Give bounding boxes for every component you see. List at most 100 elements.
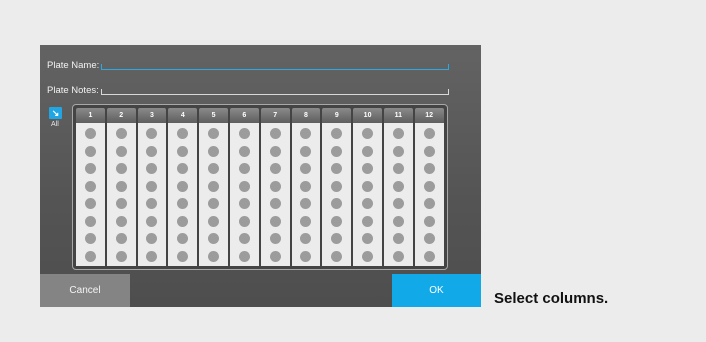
well [392,250,404,262]
plate-name-input[interactable] [101,64,449,70]
column-header[interactable]: 2 [106,108,136,123]
well [84,250,96,262]
well [331,250,343,262]
well [208,198,220,210]
plate-column[interactable]: 9 [322,108,352,266]
column-body[interactable] [168,123,198,266]
column-body[interactable] [383,123,413,266]
column-body[interactable] [199,123,228,266]
well [177,233,189,245]
well [269,128,281,140]
column-header[interactable]: 3 [137,108,167,123]
plate-name-row: Plate Name: [47,57,449,71]
well [269,180,281,192]
column-body[interactable] [76,123,105,266]
instruction-caption: Select columns. [494,290,609,307]
well [146,180,158,192]
column-header[interactable]: 11 [383,108,413,123]
plate-column[interactable]: 8 [291,108,321,266]
well [392,145,404,157]
well [115,128,127,140]
well [238,215,250,227]
well [362,250,374,262]
well [362,128,374,140]
well [331,233,343,245]
plate-column[interactable]: 11 [383,108,413,266]
well [238,128,250,140]
ok-button[interactable]: OK [392,274,481,307]
well [362,233,374,245]
column-body[interactable] [106,123,136,266]
plate-notes-label: Plate Notes: [47,85,99,96]
column-body[interactable] [322,123,352,266]
column-header[interactable]: 10 [353,108,382,123]
plate-column[interactable]: 6 [229,108,259,266]
column-header[interactable]: 5 [199,108,228,123]
plate-column[interactable]: 5 [199,108,228,266]
plate-column[interactable]: 10 [353,108,382,266]
well [300,163,312,175]
column-header[interactable]: 1 [76,108,105,123]
well [115,198,127,210]
well [423,145,435,157]
well [84,145,96,157]
well [300,128,312,140]
well [331,215,343,227]
plate-column[interactable]: 1 [76,108,105,266]
plate-column[interactable]: 2 [106,108,136,266]
well [269,233,281,245]
well [331,145,343,157]
well [208,145,220,157]
well [208,128,220,140]
well [84,180,96,192]
well [146,198,158,210]
column-body[interactable] [137,123,167,266]
plate-column[interactable]: 4 [168,108,198,266]
well [300,180,312,192]
well [177,198,189,210]
well [238,250,250,262]
select-all-label: All [51,121,59,128]
plate-name-label: Plate Name: [47,60,100,71]
well [300,250,312,262]
well [423,180,435,192]
column-header[interactable]: 6 [229,108,259,123]
column-body[interactable] [260,123,290,266]
well [392,198,404,210]
well [146,128,158,140]
column-body[interactable] [291,123,321,266]
column-header[interactable]: 8 [291,108,321,123]
plate-column[interactable]: 12 [414,108,444,266]
well [423,163,435,175]
well [300,198,312,210]
column-body[interactable] [353,123,382,266]
well [392,233,404,245]
well [177,163,189,175]
column-header[interactable]: 12 [414,108,444,123]
well [331,128,343,140]
well [146,250,158,262]
cancel-button[interactable]: Cancel [40,274,130,307]
well [392,180,404,192]
well [423,198,435,210]
well [146,215,158,227]
well [208,180,220,192]
column-header[interactable]: 4 [168,108,198,123]
well [392,128,404,140]
well [269,250,281,262]
plate-notes-input[interactable] [100,89,449,95]
column-body[interactable] [229,123,259,266]
select-all-button[interactable]: ↘ [49,107,62,119]
column-body[interactable] [414,123,444,266]
column-header[interactable]: 9 [322,108,352,123]
well [269,198,281,210]
column-header[interactable]: 7 [260,108,290,123]
well [300,233,312,245]
well [115,215,127,227]
well [423,233,435,245]
plate-column[interactable]: 7 [260,108,290,266]
well [392,215,404,227]
well [362,215,374,227]
well [238,163,250,175]
plate-column[interactable]: 3 [137,108,167,266]
